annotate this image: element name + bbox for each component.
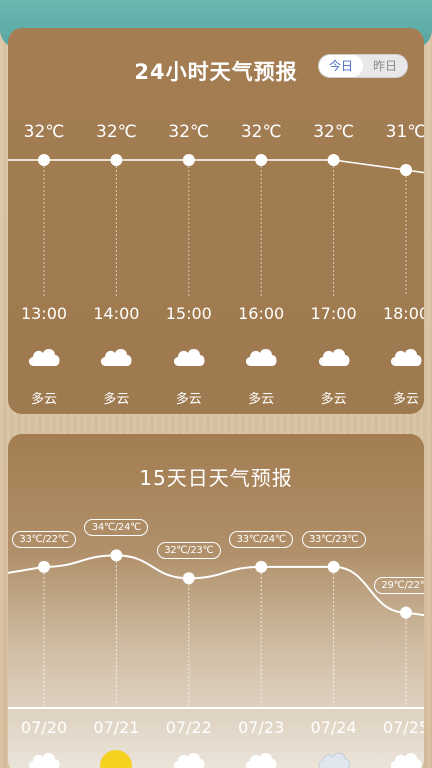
hour-desc: 多云 bbox=[103, 392, 130, 407]
cloud-icon bbox=[171, 748, 207, 768]
hour-temp: 31℃ bbox=[385, 122, 424, 142]
sun-icon bbox=[98, 748, 134, 768]
hour-time: 17:00 bbox=[310, 304, 357, 323]
day-date: 07/21 bbox=[93, 718, 140, 737]
hour-temp: 32℃ bbox=[168, 122, 210, 142]
day-column: 29℃/22℃ 07/25 bbox=[370, 434, 424, 768]
hour-column: 32℃ 13:00 多云 bbox=[8, 28, 80, 414]
hour-desc: 多云 bbox=[392, 392, 419, 407]
cloud-icon bbox=[388, 344, 424, 368]
day-date: 07/24 bbox=[310, 718, 357, 737]
cloud-icon bbox=[26, 344, 62, 368]
day-date: 07/23 bbox=[238, 718, 285, 737]
hour-desc: 多云 bbox=[175, 392, 202, 407]
day-column: 32℃/23℃ 07/22 bbox=[153, 434, 225, 768]
temp-range-badge: 33℃/24℃ bbox=[229, 530, 294, 548]
day-date: 07/22 bbox=[165, 718, 212, 737]
hour-time: 13:00 bbox=[20, 304, 68, 323]
hour-desc: 多云 bbox=[320, 392, 347, 407]
day-column: 33℃/22℃ 07/20 bbox=[8, 434, 80, 768]
hour-temp: 32℃ bbox=[23, 122, 65, 142]
cloud-icon bbox=[243, 344, 279, 368]
temp-range-badge: 33℃/22℃ bbox=[12, 530, 76, 548]
daily-forecast-card: 15天日天气预报 33℃/22℃ 07/20 34℃/24℃ 07/21 32℃/23℃… bbox=[8, 434, 424, 768]
hour-time: 18:00 bbox=[382, 304, 424, 323]
hour-column: 32℃ 16:00 多云 bbox=[225, 28, 297, 414]
cloud-icon bbox=[316, 344, 352, 368]
day-column: 33℃/24℃ 07/23 bbox=[225, 434, 297, 768]
cloud-icon bbox=[243, 748, 279, 768]
cloud-icon bbox=[98, 344, 134, 368]
hour-time: 16:00 bbox=[238, 304, 285, 323]
hour-column: 32℃ 14:00 多云 bbox=[80, 28, 152, 414]
hour-time: 14:00 bbox=[93, 304, 140, 323]
hour-temp: 32℃ bbox=[96, 122, 137, 142]
hour-temp: 32℃ bbox=[313, 122, 354, 142]
hour-desc: 多云 bbox=[248, 392, 275, 407]
day-date: 07/25 bbox=[382, 718, 424, 737]
hour-time: 15:00 bbox=[165, 304, 212, 323]
day-column: 33℃/23℃ 07/24 bbox=[298, 434, 370, 768]
hourly-forecast-card: 24小时天气预报 今日 昨日 32℃ 13:00 多云 32℃ 14:00 多云 32℃ 15… bbox=[8, 28, 424, 414]
hour-desc: 多云 bbox=[30, 392, 57, 407]
temp-range-badge: 34℃/24℃ bbox=[84, 519, 149, 537]
day-column: 34℃/24℃ 07/21 bbox=[80, 434, 152, 768]
temp-range-badge: 33℃/23℃ bbox=[301, 530, 366, 548]
temp-range-badge: 32℃/23℃ bbox=[156, 542, 221, 560]
temp-range-badge: 29℃/22℃ bbox=[374, 576, 424, 594]
cloud-icon bbox=[171, 344, 207, 368]
hour-column: 32℃ 15:00 多云 bbox=[153, 28, 225, 414]
day-date: 07/20 bbox=[20, 718, 68, 737]
cloud-icon bbox=[26, 748, 62, 768]
hour-column: 32℃ 17:00 多云 bbox=[298, 28, 370, 414]
hour-temp: 32℃ bbox=[240, 122, 282, 142]
cloud-icon bbox=[388, 748, 424, 768]
hour-column: 31℃ 18:00 多云 bbox=[370, 28, 424, 414]
cloudy-gray-icon bbox=[316, 748, 352, 768]
